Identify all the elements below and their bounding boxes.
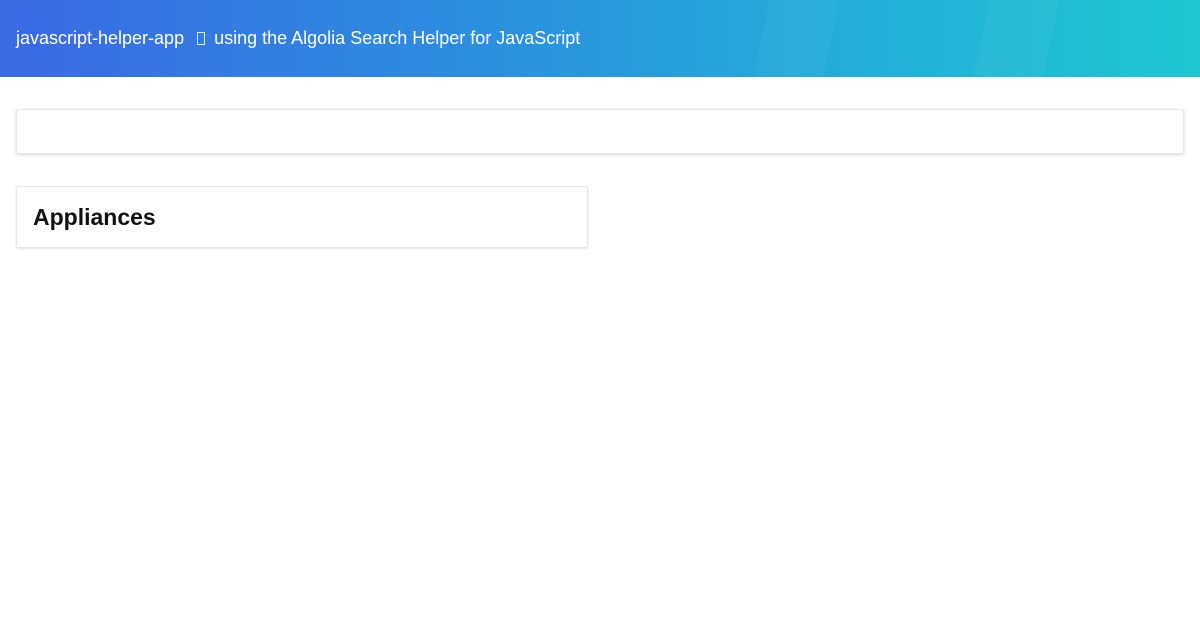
search-box[interactable] <box>16 109 1184 154</box>
header-decoration <box>966 0 1064 77</box>
app-title: javascript-helper-app <box>16 28 185 48</box>
facet-panel: Appliances <box>16 186 588 248</box>
missing-glyph-icon <box>197 32 206 45</box>
app-header: javascript-helper-app using the Algolia … <box>0 0 1200 77</box>
facet-title: Appliances <box>33 203 156 230</box>
app-subtitle: using the Algolia Search Helper for Java… <box>214 28 581 48</box>
search-input[interactable] <box>17 110 1183 153</box>
header-decoration <box>746 0 844 77</box>
